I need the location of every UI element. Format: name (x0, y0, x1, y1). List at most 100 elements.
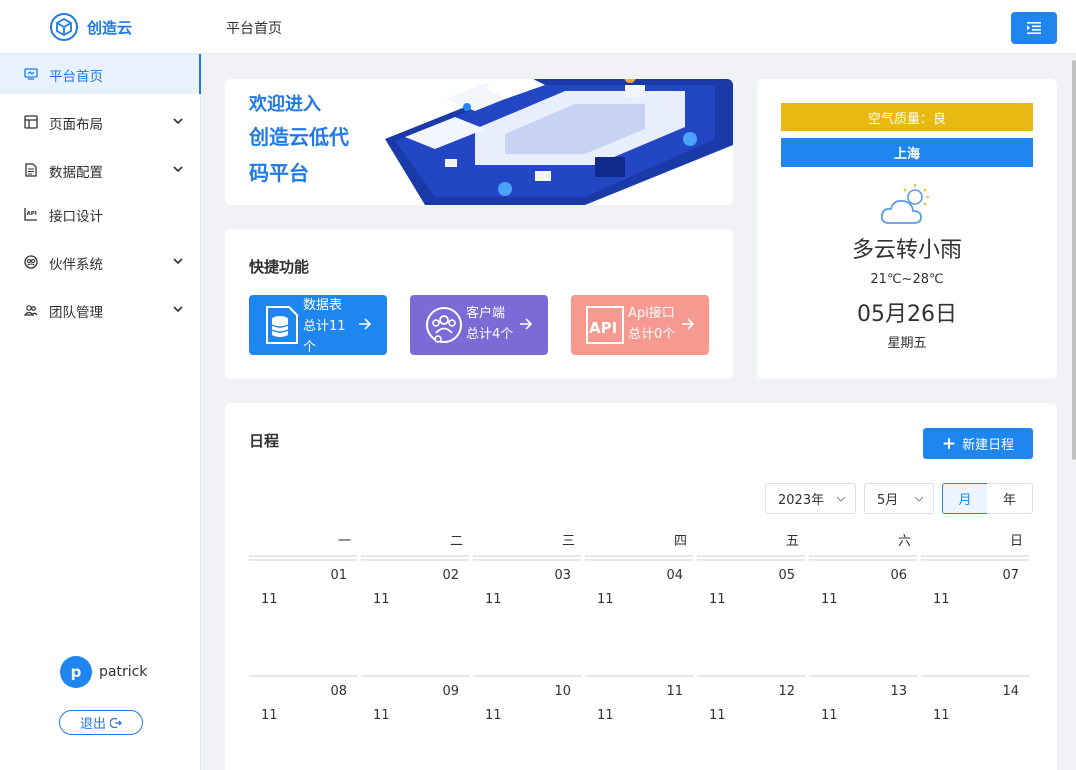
quick-clients-name: 客户端 (466, 306, 506, 321)
menu-fold-icon (1027, 22, 1041, 34)
isometric-platform-illustration (385, 79, 733, 205)
quick-clients-count: 总计4个 (466, 327, 514, 342)
calendar-day-subtext: 11 (933, 592, 950, 607)
quick-tables-button[interactable]: 数据表 总计11个 (249, 295, 387, 355)
quick-tables-text: 数据表 总计11个 (303, 295, 355, 358)
client-icon (426, 307, 462, 343)
cube-logo-icon (50, 13, 78, 41)
chevron-down-icon (173, 258, 183, 265)
chevron-down-icon (173, 306, 183, 313)
weather-condition: 多云转小雨 (851, 238, 962, 263)
calendar-day-cell[interactable]: 07 11 (921, 559, 1029, 675)
calendar-day-number: 08 (330, 684, 347, 699)
new-schedule-button[interactable]: + 新建日程 (923, 428, 1033, 459)
sidebar-item-label: 接口设计 (49, 209, 103, 225)
calendar-day-subtext: 11 (261, 592, 278, 607)
chevron-down-icon (914, 496, 924, 502)
weekday-header: 二 (361, 531, 469, 557)
database-icon (266, 306, 298, 344)
year-select[interactable]: 2023年 (765, 483, 856, 514)
quick-clients-button[interactable]: 客户端 总计4个 (410, 295, 548, 355)
logout-button[interactable]: 退出 (59, 710, 143, 735)
svg-text:API: API (27, 211, 37, 217)
calendar-day-subtext: 11 (373, 592, 390, 607)
calendar-day-subtext: 11 (709, 708, 726, 723)
chevron-down-icon (173, 166, 183, 173)
partner-icon (24, 255, 38, 269)
calendar-day-cell[interactable]: 11 11 (585, 675, 693, 770)
year-select-value: 2023年 (778, 493, 825, 508)
calendar-day-subtext: 11 (933, 708, 950, 723)
calendar-day-cell[interactable]: 08 11 (249, 675, 357, 770)
api-icon: API (586, 306, 624, 344)
quick-api-count: 总计0个 (628, 327, 676, 342)
calendar-day-cell[interactable]: 12 11 (697, 675, 805, 770)
quick-api-button[interactable]: API Api接口 总计0个 (571, 295, 709, 355)
calendar-day-cell[interactable]: 02 11 (361, 559, 469, 675)
sidebar-item-partner[interactable]: 伙伴系统 (0, 242, 201, 282)
calendar-day-subtext: 11 (821, 592, 838, 607)
calendar-day-subtext: 11 (373, 708, 390, 723)
sidebar-item-layout[interactable]: 页面布局 (0, 102, 201, 142)
calendar-day-cell[interactable]: 05 11 (697, 559, 805, 675)
sidebar-item-label: 伙伴系统 (49, 257, 103, 273)
logout-icon (110, 717, 122, 728)
calendar-day-number: 14 (1002, 684, 1019, 699)
calendar-day-number: 13 (890, 684, 907, 699)
logout-label: 退出 (79, 717, 106, 732)
app-logo[interactable]: 创造云 (50, 13, 132, 41)
calendar-day-cell[interactable]: 04 11 (585, 559, 693, 675)
page-title: 平台首页 (226, 21, 282, 37)
chevron-down-icon (836, 496, 846, 502)
calendar-day-number: 09 (442, 684, 459, 699)
svg-text:API: API (589, 319, 617, 337)
welcome-banner: 欢迎进入 创造云低代 码平台 (225, 79, 733, 205)
calendar-day-number: 12 (778, 684, 795, 699)
calendar-day-cell[interactable]: 01 11 (249, 559, 357, 675)
new-schedule-label: 新建日程 (962, 438, 1015, 453)
view-month-button[interactable]: 月 (942, 483, 988, 514)
month-select-value: 5月 (877, 493, 899, 508)
partly-cloudy-icon (880, 184, 929, 224)
schedule-title: 日程 (249, 432, 280, 450)
calendar-day-cell[interactable]: 09 11 (361, 675, 469, 770)
sidebar-item-team[interactable]: 团队管理 (0, 290, 201, 330)
monitor-icon (24, 68, 38, 80)
layout-icon (24, 115, 38, 129)
calendar-day-cell[interactable]: 06 11 (809, 559, 917, 675)
arrow-right-icon (682, 318, 695, 330)
user-profile[interactable]: p patrick (60, 656, 147, 688)
temperature-range: 21℃~28℃ (870, 272, 944, 287)
username: patrick (99, 664, 148, 680)
weekday-header: 三 (473, 531, 581, 557)
quick-api-name: Api接口 (628, 306, 675, 321)
calendar-day-cell[interactable]: 13 11 (809, 675, 917, 770)
scrollbar-thumb[interactable] (1072, 60, 1076, 460)
view-year-button[interactable]: 年 (987, 483, 1033, 514)
sidebar-item-api-design[interactable]: API 接口设计 (0, 194, 201, 234)
sidebar-item-label: 页面布局 (49, 117, 103, 133)
calendar-day-subtext: 11 (597, 592, 614, 607)
sidebar-item-data-config[interactable]: 数据配置 (0, 150, 201, 190)
calendar-day-cell[interactable]: 10 11 (473, 675, 581, 770)
avatar[interactable]: p (60, 656, 92, 688)
air-quality-badge: 空气质量：良 (781, 103, 1033, 131)
calendar-day-cell[interactable]: 14 11 (921, 675, 1029, 770)
chevron-down-icon (173, 118, 183, 125)
month-select[interactable]: 5月 (864, 483, 934, 514)
quick-functions-card: 快捷功能 数据表 总计11个 客户端 总计4个 API Api接口 总计0个 (225, 229, 733, 379)
weekday-header: 一 (249, 531, 357, 557)
calendar-day-number: 05 (778, 568, 795, 583)
weekday-header: 四 (585, 531, 693, 557)
calendar-day-cell[interactable]: 03 11 (473, 559, 581, 675)
quick-clients-text: 客户端 总计4个 (466, 303, 522, 345)
weather-date: 05月26日 (857, 302, 957, 327)
weather-card: 空气质量：良 上海 多云转小雨 21℃~28℃ 05月26日 星期五 (757, 79, 1057, 379)
sidebar-item-home[interactable]: 平台首页 (0, 54, 201, 94)
welcome-line-2: 创造云低代 (249, 125, 349, 149)
menu-toggle-button[interactable] (1011, 12, 1057, 44)
calendar-day-subtext: 11 (709, 592, 726, 607)
arrow-right-icon (520, 318, 533, 330)
calendar-day-subtext: 11 (485, 708, 502, 723)
calendar-day-number: 11 (666, 684, 683, 699)
